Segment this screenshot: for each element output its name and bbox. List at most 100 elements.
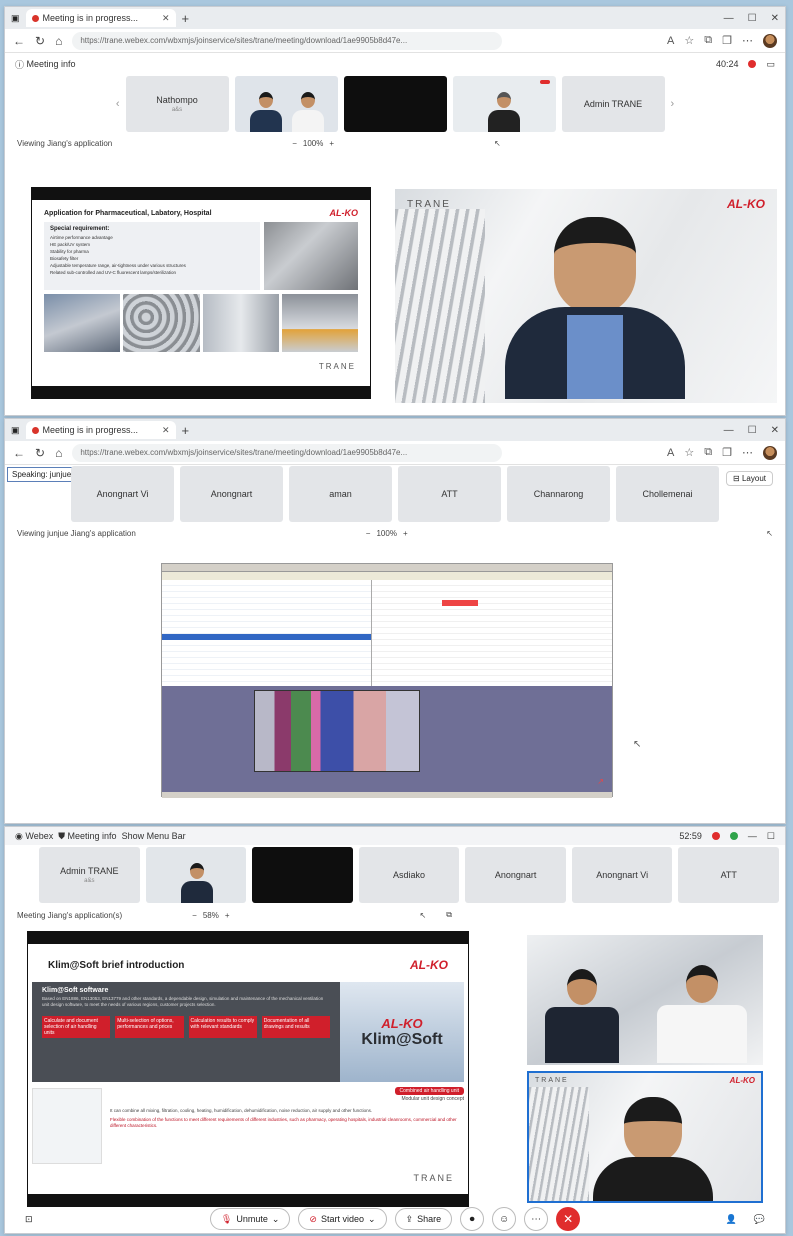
popout-icon[interactable]: ⧉ <box>446 910 452 920</box>
minimize-icon[interactable]: — <box>724 425 734 436</box>
chat-icon[interactable]: 💬 <box>754 1214 765 1225</box>
zoom-out-icon[interactable]: − <box>366 529 371 538</box>
new-tab-icon[interactable]: + <box>182 11 190 26</box>
info-icon[interactable]: ⓘ <box>15 58 24 71</box>
refresh-icon[interactable]: ↻ <box>35 34 45 48</box>
close-tab-icon[interactable]: ✕ <box>162 13 170 24</box>
requirements-heading: Special requirement: <box>50 226 110 232</box>
photo <box>44 294 121 352</box>
workspaces-icon[interactable]: ▣ <box>11 425 20 436</box>
fullscreen-icon[interactable]: ▭ <box>766 59 775 70</box>
recording-dot <box>748 60 757 68</box>
participants-icon[interactable]: 👤 <box>726 1214 737 1225</box>
zoom-in-icon[interactable]: + <box>225 911 230 920</box>
pointer-icon: ↖ <box>766 528 773 538</box>
participant-video-tile[interactable] <box>452 76 556 132</box>
secure-dot <box>729 832 738 840</box>
participant-video-tile[interactable] <box>252 847 353 903</box>
home-icon[interactable]: ⌂ <box>55 446 62 460</box>
record-button[interactable]: ⏺ <box>460 1207 485 1231</box>
maximize-icon[interactable]: ☐ <box>748 13 757 24</box>
tab-bar: ▣ Meeting is in progress... ✕ + — ☐ ✕ <box>5 419 785 441</box>
start-video-button[interactable]: ⊘ Start video ⌄ <box>298 1208 387 1230</box>
app-menubar: ◉ Webex ⛊ Meeting info Show Menu Bar 52:… <box>5 827 785 845</box>
share-button[interactable]: ⇪ Share <box>394 1208 453 1230</box>
url-field[interactable]: https://trane.webex.com/wbxmjs/joinservi… <box>72 31 503 50</box>
unmute-button[interactable]: 🎙 Unmute ⌄ <box>209 1208 291 1230</box>
read-aloud-icon[interactable]: A <box>667 447 674 459</box>
layout-button[interactable]: ⊟ Layout <box>726 471 773 486</box>
zoom-in-icon[interactable]: + <box>329 139 334 148</box>
show-menu-bar[interactable]: Show Menu Bar <box>122 831 186 841</box>
chevron-left-icon[interactable]: ‹ <box>116 98 120 110</box>
favorite-icon[interactable]: ☆ <box>684 34 694 47</box>
maximize-icon[interactable]: ☐ <box>767 831 775 842</box>
collections-icon[interactable]: ❐ <box>722 446 732 459</box>
participant-tile[interactable]: Asdiako <box>358 847 460 903</box>
close-window-icon[interactable]: ✕ <box>771 425 779 436</box>
record-icon: ⏺ <box>469 1213 475 1225</box>
close-tab-icon[interactable]: ✕ <box>162 425 170 436</box>
favorite-icon[interactable]: ☆ <box>684 446 694 459</box>
browser-tab[interactable]: Meeting is in progress... ✕ <box>25 421 176 439</box>
photo <box>281 294 358 352</box>
collections-icon[interactable]: ❐ <box>722 34 732 47</box>
end-call-button[interactable]: ✕ <box>556 1207 581 1231</box>
maximize-icon[interactable]: ☐ <box>748 425 757 436</box>
participant-sub: a&s <box>171 107 183 113</box>
zoom-out-icon[interactable]: − <box>292 139 297 148</box>
zoom-out-icon[interactable]: − <box>192 911 197 920</box>
back-icon[interactable]: ← <box>13 34 25 48</box>
participant-tile[interactable]: Anongnart Vi <box>571 847 673 903</box>
minimize-icon[interactable]: — <box>724 13 734 24</box>
speaker-video[interactable]: TRANE AL-KO <box>395 189 777 403</box>
alko-logo: AL-KO <box>381 1015 423 1031</box>
participant-tile[interactable]: Anongnart <box>180 466 283 522</box>
share-label: Share <box>417 1214 442 1224</box>
extensions-icon[interactable]: ⧉ <box>704 446 712 459</box>
new-tab-icon[interactable]: + <box>182 423 190 438</box>
participant-tile[interactable]: Admin TRANE <box>561 76 665 132</box>
chevron-down-icon[interactable]: ⌄ <box>272 1214 280 1225</box>
participant-tile[interactable]: Anongnart Vi <box>71 466 174 522</box>
reactions-button[interactable]: ☺ <box>492 1207 517 1231</box>
chevron-right-icon[interactable]: › <box>671 98 675 110</box>
participant-tile[interactable]: Anongnart <box>465 847 566 903</box>
trane-logo: TRANE <box>413 1173 454 1183</box>
extensions-icon[interactable]: ⧉ <box>704 34 712 47</box>
participant-figure <box>657 961 747 1065</box>
settings-icon[interactable]: ⋯ <box>742 446 753 459</box>
shared-application[interactable]: ↗ <box>161 563 613 798</box>
webex-menu[interactable]: ◉ Webex <box>15 831 53 842</box>
participant-tile[interactable]: Chollemenai <box>616 466 719 522</box>
read-aloud-icon[interactable]: A <box>667 35 674 47</box>
zoom-in-icon[interactable]: + <box>403 529 408 538</box>
meeting-info-label[interactable]: Meeting info <box>27 59 76 69</box>
participant-tile[interactable]: Channarong <box>507 466 610 522</box>
meeting-info-menu[interactable]: ⛊ Meeting info <box>58 831 116 842</box>
participant-tile[interactable]: Admin TRANE a&s <box>39 847 140 903</box>
participant-video-tile[interactable] <box>145 847 247 903</box>
video-panel-top[interactable] <box>527 935 763 1065</box>
participant-tile[interactable]: Nathompo a&s <box>125 76 229 132</box>
home-icon[interactable]: ⌂ <box>55 34 62 48</box>
video-panel-active[interactable]: TRANE AL-KO <box>527 1071 763 1203</box>
minimize-icon[interactable]: — <box>748 831 757 841</box>
participant-tile[interactable]: ATT <box>678 847 780 903</box>
browser-tab[interactable]: Meeting is in progress... ✕ <box>25 9 176 27</box>
back-icon[interactable]: ← <box>13 446 25 460</box>
captions-icon[interactable]: ⊡ <box>25 1214 33 1225</box>
close-window-icon[interactable]: ✕ <box>771 13 779 24</box>
profile-avatar[interactable] <box>763 33 777 48</box>
participant-tile[interactable]: ATT <box>398 466 501 522</box>
participant-video-tile[interactable] <box>343 76 447 132</box>
chevron-down-icon[interactable]: ⌄ <box>368 1214 376 1225</box>
participant-tile[interactable]: aman <box>289 466 392 522</box>
more-button[interactable]: ⋯ <box>524 1207 549 1231</box>
url-field[interactable]: https://trane.webex.com/wbxmjs/joinservi… <box>72 443 503 462</box>
workspaces-icon[interactable]: ▣ <box>11 13 20 24</box>
refresh-icon[interactable]: ↻ <box>35 446 45 460</box>
profile-avatar[interactable] <box>763 445 777 460</box>
participant-video-tile[interactable] <box>234 76 338 132</box>
settings-icon[interactable]: ⋯ <box>742 34 753 47</box>
